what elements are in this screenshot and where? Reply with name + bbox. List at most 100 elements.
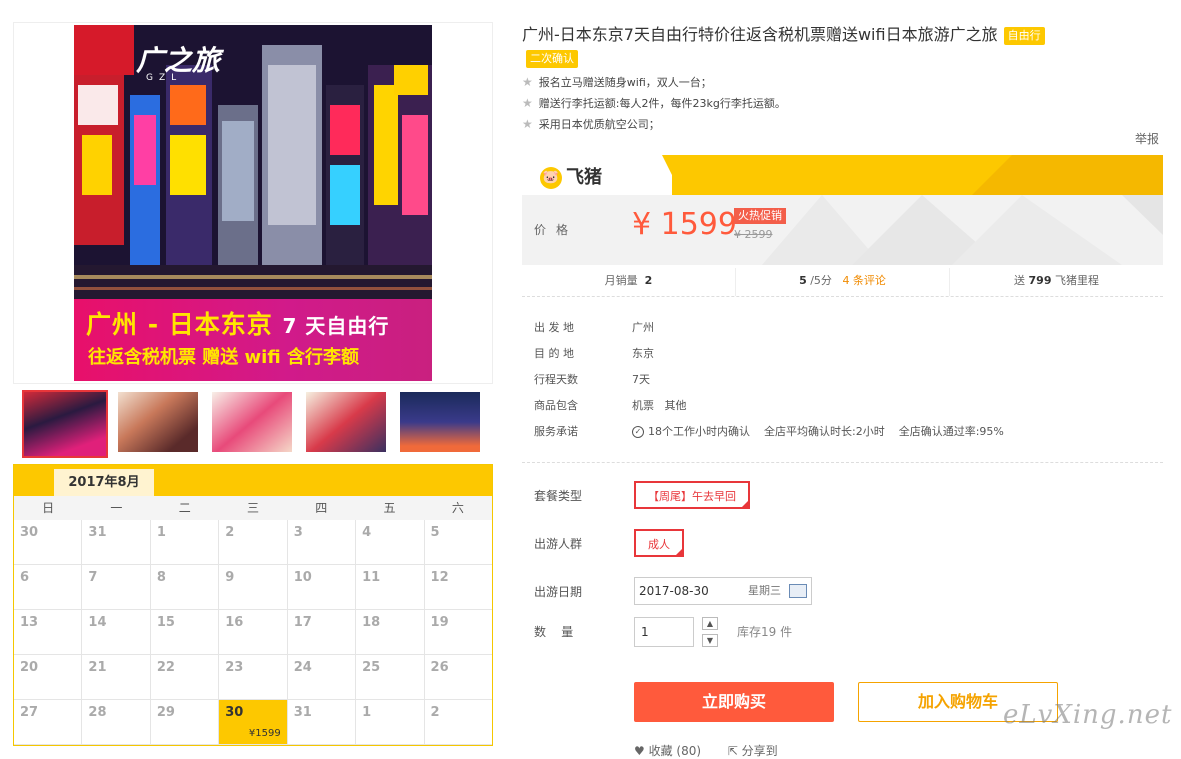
- calendar-day[interactable]: 14: [82, 610, 151, 655]
- calendar-day[interactable]: 13: [14, 610, 83, 655]
- weekday-header: 三: [246, 501, 259, 515]
- product-detail: 广州-日本东京7天自由行特价往返含税机票赠送wifi日本旅游广之旅 自由行 二次确…: [522, 22, 1163, 758]
- stats-bar: 月销量 2 5 /5分 4 条评论 送 799 飞猪里程: [522, 268, 1163, 297]
- poster-line1-sub: 7 天自由行: [282, 314, 390, 338]
- poster-line1-main: 广州 - 日本东京: [86, 310, 273, 339]
- feature-item: ★ 报名立马赠送随身wifi，双人一台；: [522, 75, 712, 89]
- calendar-day[interactable]: 6: [14, 565, 83, 610]
- brand-bar: 🐷 飞猪: [522, 155, 1163, 195]
- share-link[interactable]: ⇱ 分享到: [728, 744, 778, 758]
- calendar-day[interactable]: 7: [82, 565, 151, 610]
- package-option[interactable]: 【周尾】午去早回: [634, 481, 750, 509]
- calendar-month-tab[interactable]: 2017年8月: [54, 469, 154, 496]
- report-link[interactable]: 举报: [1135, 130, 1159, 147]
- calendar-day[interactable]: 5: [424, 520, 492, 565]
- qty-up-button[interactable]: ▲: [702, 617, 718, 630]
- calendar-week: 6 7 8 9 10 11 12: [14, 565, 492, 610]
- product-title: 广州-日本东京7天自由行特价往返含税机票赠送wifi日本旅游广之旅 自由行: [522, 22, 1163, 48]
- feature-list: ★ 报名立马赠送随身wifi，双人一台； ★ 赠送行李托运额:每人2件，每件23kg…: [522, 72, 1163, 135]
- date-input[interactable]: 2017-08-30 星期三: [634, 577, 812, 605]
- calendar-day[interactable]: 25: [356, 655, 425, 700]
- calendar-day[interactable]: 10: [287, 565, 357, 610]
- calendar-day[interactable]: 21: [82, 655, 151, 700]
- calendar-day[interactable]: 30: [14, 520, 83, 565]
- calendar-day[interactable]: 16: [219, 610, 288, 655]
- calendar-day[interactable]: 1: [356, 700, 425, 745]
- favorite-link[interactable]: ♥ 收藏 (80): [634, 744, 701, 758]
- calendar-day[interactable]: 31: [287, 700, 357, 745]
- check-icon: ✓: [632, 426, 644, 438]
- crowd-label: 出游人群: [534, 537, 583, 551]
- poster-banner: 广州 - 日本东京 7 天自由行 往返含税机票 赠送 wifi 含行李额: [74, 299, 432, 381]
- calendar-day[interactable]: 1: [150, 520, 220, 565]
- reviews-link[interactable]: 4 条评论: [842, 274, 886, 287]
- thumbnail-5[interactable]: [400, 392, 480, 452]
- star-icon: ★: [522, 75, 533, 89]
- qty-down-button[interactable]: ▼: [702, 634, 718, 647]
- weekday-header: 四: [315, 501, 328, 515]
- calendar-day[interactable]: 8: [150, 565, 220, 610]
- brand-logo-sub: GZL: [146, 73, 183, 83]
- calendar-day[interactable]: 4: [356, 520, 425, 565]
- package-label: 套餐类型: [534, 489, 583, 503]
- current-price: ¥ 1599: [632, 207, 737, 242]
- info-row: 出 发 地广州: [534, 321, 654, 334]
- calendar-day[interactable]: 12: [424, 565, 492, 610]
- weekday-header: 二: [178, 501, 191, 515]
- calendar-day[interactable]: 31: [82, 520, 151, 565]
- calendar-weekdays: 日一二三四五六: [14, 496, 492, 520]
- calendar-day[interactable]: 24: [287, 655, 357, 700]
- price-box: 🐷 飞猪 价格 ¥ 1599 火热促销 ¥ 2599: [522, 155, 1163, 265]
- thumbnail-1[interactable]: [22, 390, 108, 458]
- departure-calendar: 2017年8月 日一二三四五六 30 31 1 2 3 4 5 6 7 8 9 10 11 12 13 14 1…: [13, 464, 493, 746]
- calendar-day[interactable]: 11: [356, 565, 425, 610]
- calendar-day[interactable]: 19: [424, 610, 492, 655]
- calendar-day[interactable]: 15: [150, 610, 220, 655]
- calendar-day[interactable]: 23: [219, 655, 288, 700]
- calendar-day[interactable]: 17: [287, 610, 357, 655]
- weekday-header: 日: [42, 501, 55, 515]
- free-travel-tag: 自由行: [1003, 26, 1045, 45]
- stock-text: 库存19 件: [737, 625, 793, 639]
- buy-now-button[interactable]: 立即购买: [634, 682, 834, 722]
- crowd-option[interactable]: 成人: [634, 529, 684, 557]
- calendar-week: 20 21 22 23 24 25 26: [14, 655, 492, 700]
- poster-image: 广之旅 GZL 广州 - 日本东京 7 天自由行 往返含税机票 赠送 wifi …: [74, 25, 432, 381]
- calendar-day[interactable]: 28: [82, 700, 151, 745]
- promo-badge: 火热促销: [734, 208, 786, 224]
- poster-line2: 往返含税机票 赠送 wifi 含行李额: [88, 347, 359, 368]
- calendar-day[interactable]: 2: [219, 520, 288, 565]
- fliggy-logo: 🐷 飞猪: [540, 163, 602, 189]
- thumbnail-3[interactable]: [212, 392, 292, 452]
- calendar-day[interactable]: 22: [150, 655, 220, 700]
- quantity-input[interactable]: 1: [634, 617, 694, 647]
- calendar-grid: 30 31 1 2 3 4 5 6 7 8 9 10 11 12 13 14 15 16 17 18 19 20 21 22 2…: [14, 520, 492, 745]
- day-price: ¥1599: [248, 728, 281, 739]
- qty-label: 数 量: [534, 625, 574, 639]
- calendar-day[interactable]: 18: [356, 610, 425, 655]
- watermark: eLvXing.net: [1003, 700, 1173, 730]
- info-list: 出 发 地广州 目 的 地东京 行程天数 7天 商品包含 机票 其他 服务承诺 ✓ 1…: [534, 314, 1004, 444]
- calendar-icon[interactable]: [789, 584, 807, 598]
- price-area: 价格 ¥ 1599 火热促销 ¥ 2599: [522, 195, 1163, 265]
- main-image[interactable]: 广之旅 GZL 广州 - 日本东京 7 天自由行 往返含税机票 赠送 wifi …: [13, 22, 493, 384]
- calendar-day[interactable]: 27: [14, 700, 83, 745]
- thumbnail-4[interactable]: [306, 392, 386, 452]
- calendar-day[interactable]: 3: [287, 520, 357, 565]
- calendar-day[interactable]: 20: [14, 655, 83, 700]
- calendar-day[interactable]: 29: [150, 700, 220, 745]
- calendar-day[interactable]: 2: [424, 700, 492, 745]
- calendar-day-selected[interactable]: 30 ¥1599: [219, 700, 288, 745]
- weekday-text: 星期三: [748, 584, 781, 597]
- calendar-day[interactable]: 26: [424, 655, 492, 700]
- info-row: 行程天数 7天: [534, 373, 650, 386]
- service-row: 服务承诺 ✓ 18个工作小时内确认 全店平均确认时长:2小时 全店确认通过率:95…: [534, 425, 1004, 438]
- calendar-day[interactable]: 9: [219, 565, 288, 610]
- feature-item: ★ 采用日本优质航空公司；: [522, 117, 660, 131]
- confirm-tag: 二次确认: [526, 50, 578, 68]
- city-night-illustration: [74, 25, 432, 303]
- monthly-sales: 月销量 2: [522, 268, 736, 296]
- price-bg-pattern: [762, 195, 1163, 265]
- thumbnail-2[interactable]: [118, 392, 198, 452]
- calendar-week: 27 28 29 30 ¥1599 31 1 2: [14, 700, 492, 745]
